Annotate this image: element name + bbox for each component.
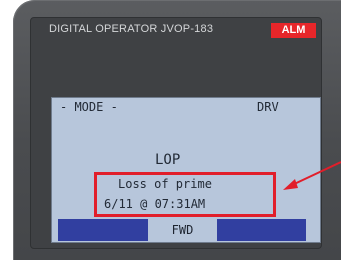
callout-arrow-icon [283, 161, 341, 190]
